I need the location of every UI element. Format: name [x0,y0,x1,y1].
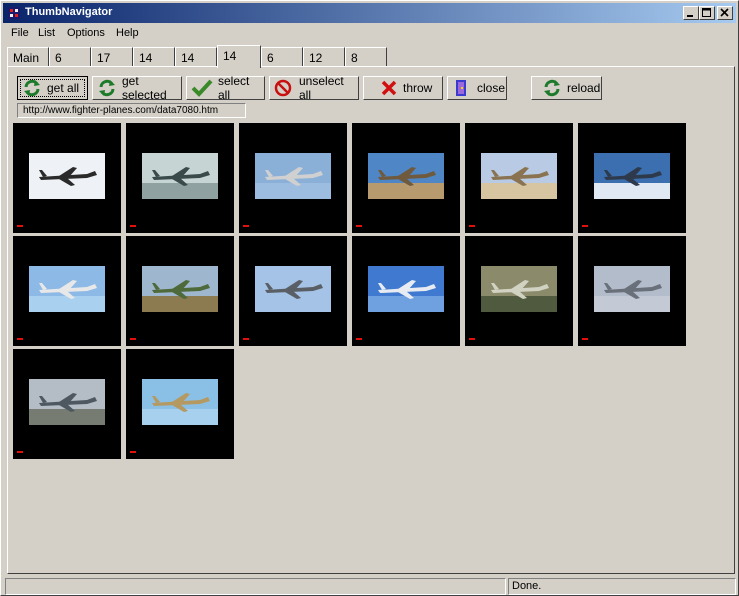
aircraft-photo [481,266,557,312]
tab-1[interactable]: 6 [49,47,91,67]
menu-help[interactable]: Help [116,27,139,39]
thumbnail[interactable] [126,349,234,459]
get-selected-button[interactable]: get selected [92,74,182,102]
selection-marker [469,225,475,227]
thumbnail[interactable] [13,236,121,346]
tab-3[interactable]: 14 [133,47,175,67]
selection-marker [17,451,23,453]
tab-4[interactable]: 14 [175,47,217,67]
unselect-all-label: unselect all [299,74,344,102]
close-label: close [477,81,506,95]
thumbnail[interactable] [126,123,234,233]
throw-button[interactable]: throw [363,76,443,100]
menu-bar: File List Options Help [3,24,736,43]
selection-marker [469,338,475,340]
thumbnail[interactable] [239,123,347,233]
aircraft-photo [594,153,670,199]
aircraft-photo [368,266,444,312]
selection-marker [356,338,362,340]
app-window: ThumbNavigator File List Options Help Ma… [0,0,739,596]
reload-label: reload [567,81,601,95]
close-button[interactable]: close [447,76,507,100]
aircraft-photo [481,153,557,199]
refresh-icon [24,79,40,97]
close-icon [720,8,729,17]
tab-5-active[interactable]: 14 [217,45,261,68]
url-field: http://www.fighter-planes.com/data7080.h… [17,103,246,118]
minimize-button[interactable] [683,6,699,20]
tab-6[interactable]: 6 [261,47,303,67]
thumbnail[interactable] [13,349,121,459]
aircraft-photo [594,266,670,312]
thumbnail[interactable] [239,236,347,346]
selection-marker [582,338,588,340]
title-bar: ThumbNavigator [3,3,736,23]
selection-marker [243,225,249,227]
selection-marker [130,451,136,453]
menu-list[interactable]: List [38,27,55,39]
door-icon [456,80,466,96]
checkmark-icon [191,79,213,97]
maximize-icon [702,8,711,17]
selection-marker [130,338,136,340]
thumbnail[interactable] [352,123,460,233]
aircraft-photo [29,266,105,312]
thumbnail[interactable] [352,236,460,346]
get-all-label: get all [47,81,80,95]
thumbnail[interactable] [578,123,686,233]
aircraft-photo [29,379,105,425]
tab-8[interactable]: 8 [345,47,387,67]
close-window-button[interactable] [717,6,733,20]
red-x-icon [381,80,397,96]
thumbnail[interactable] [465,123,573,233]
throw-label: throw [403,81,433,95]
aircraft-photo [142,266,218,312]
selection-marker [582,225,588,227]
selection-marker [17,225,23,227]
aircraft-photo [142,153,218,199]
thumbnail[interactable] [465,236,573,346]
thumbnail[interactable] [13,123,121,233]
status-left [5,578,506,595]
tab-main[interactable]: Main [7,47,49,67]
aircraft-photo [255,153,331,199]
unselect-all-button[interactable]: unselect all [269,74,359,102]
selection-marker [356,225,362,227]
selection-marker [130,225,136,227]
minimize-icon [687,15,693,17]
get-selected-label: get selected [122,74,167,102]
menu-file[interactable]: File [11,27,29,39]
aircraft-photo [142,379,218,425]
window-title: ThumbNavigator [25,6,113,18]
reload-icon [544,79,560,97]
tab-2[interactable]: 17 [91,47,133,67]
aircraft-photo [368,153,444,199]
thumbnail[interactable] [578,236,686,346]
refresh-icon [99,79,115,97]
tab-7[interactable]: 12 [303,47,345,67]
thumbnail[interactable] [126,236,234,346]
aircraft-photo [29,153,105,199]
select-all-button[interactable]: select all [186,74,265,102]
no-entry-icon [274,79,292,97]
tab-strip: Main 6 17 14 14 14 6 12 8 [7,45,733,68]
maximize-button[interactable] [699,6,715,20]
app-icon [8,7,20,19]
selection-marker [243,338,249,340]
select-all-label: select all [218,74,250,102]
aircraft-photo [255,266,331,312]
selection-marker [17,338,23,340]
status-text: Done. [508,578,736,595]
get-all-button[interactable]: get all [17,76,88,100]
reload-button[interactable]: reload [531,76,602,100]
menu-options[interactable]: Options [67,27,105,39]
